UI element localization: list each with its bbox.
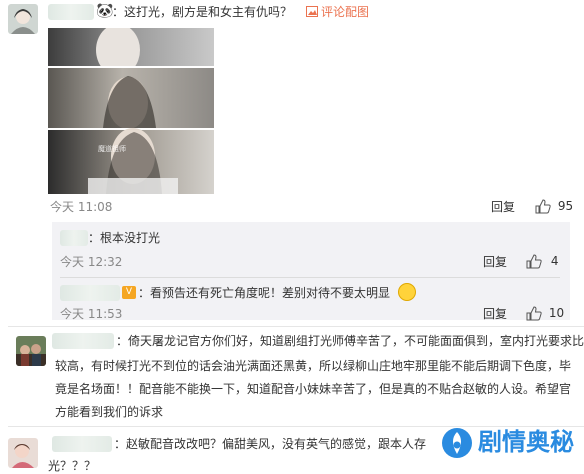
like-count: 10	[548, 306, 565, 320]
divider	[60, 277, 560, 278]
thumbs-up-icon	[535, 199, 551, 214]
thumbs-up-icon	[526, 306, 542, 321]
comment-text-line: ：倚天屠龙记官方你们好，知道剧组打光师傅辛苦了，不可能面面俱到，室内打光要求比	[116, 334, 584, 348]
reply-text: ：看预告还有死亡角度呢！差别对待不要太明显	[138, 286, 391, 300]
reply-button[interactable]: 回复	[483, 306, 507, 322]
image-caption: 魔道祖师	[98, 144, 126, 153]
comment-text-line: 光？？？	[48, 459, 97, 473]
comment-text-line: 竟是名场面！！配音能不能换一下，知道配音小妹妹辛苦了，但是真的不贴合赵敏的人设。…	[55, 382, 572, 396]
username-blurred[interactable]	[48, 4, 94, 20]
divider	[8, 326, 584, 327]
avatar[interactable]	[8, 4, 38, 34]
reply-text: ：根本没打光	[88, 231, 161, 245]
watermark-text: 剧情奥秘	[478, 428, 574, 456]
username-blurred[interactable]	[52, 333, 114, 349]
comment-text-line: 方能看到我们的诉求	[55, 405, 164, 419]
like-button[interactable]: 10	[526, 305, 564, 321]
avatar[interactable]	[8, 438, 38, 468]
comment-text: ：这打光，剧方是和女主有仇吗？	[112, 5, 293, 19]
like-button[interactable]: 4	[526, 253, 558, 269]
view-image-link[interactable]: 评论配图	[306, 4, 369, 20]
smile-emoji-icon	[398, 283, 416, 301]
username-blurred[interactable]	[60, 285, 120, 301]
like-count: 4	[550, 254, 559, 268]
watermark: 剧情奥秘	[436, 420, 584, 466]
vip-badge-icon: V	[122, 286, 136, 299]
comment-image[interactable]: 魔道祖师	[48, 28, 214, 194]
reply-button[interactable]: 回复	[483, 254, 507, 270]
comment-time: 今天 11:08	[50, 200, 113, 214]
reply-time: 今天 11:53	[60, 307, 123, 321]
thumbs-up-icon	[526, 254, 542, 269]
reply-button[interactable]: 回复	[491, 199, 515, 215]
username-blurred[interactable]	[52, 436, 112, 452]
panda-emoji-icon: 🐼	[96, 3, 114, 19]
like-count: 95	[557, 199, 574, 213]
reply-time: 今天 12:32	[60, 255, 123, 269]
username-blurred[interactable]	[60, 230, 88, 246]
image-icon	[306, 6, 318, 17]
avatar[interactable]	[16, 336, 46, 366]
like-button[interactable]: 95	[535, 198, 573, 214]
comment-text-line: ：赵敏配音改改吧？偏甜美风，没有英气的感觉，跟本人存	[114, 437, 427, 451]
watermark-logo-icon	[442, 428, 472, 458]
comment-text-line: 较高，有时候打光不到位的话会油光满面还黑黄，所以绿柳山庄地牢那里能不能后期调下色…	[55, 359, 572, 373]
